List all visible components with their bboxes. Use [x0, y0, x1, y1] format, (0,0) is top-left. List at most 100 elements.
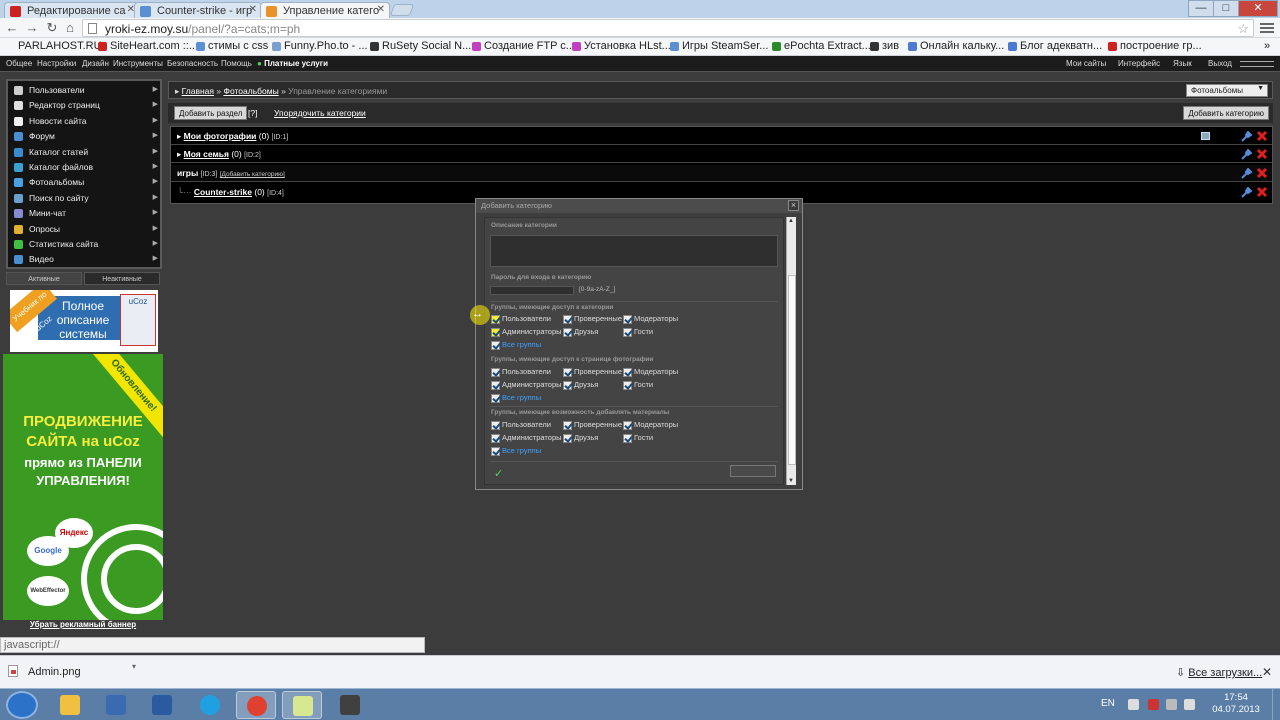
volume-icon[interactable] [1184, 699, 1195, 710]
menu-icon[interactable] [1260, 21, 1274, 35]
scroll-up-icon[interactable]: ▲ [788, 218, 794, 224]
sidebar-item[interactable]: Видео ▶ [12, 253, 160, 267]
bookmark-item[interactable]: построение гр... [1108, 40, 1202, 52]
close-icon[interactable]: × [788, 200, 799, 211]
group-checkbox[interactable]: Друзья [563, 380, 598, 390]
promo-banner[interactable]: Обновление! ПРОДВИЖЕНИЕ САЙТА на uCoz пр… [3, 354, 163, 620]
taskbar-app-button[interactable] [190, 691, 230, 719]
forward-arrow-icon[interactable]: → [24, 20, 40, 36]
category-name-link[interactable]: Мои фотографии [184, 131, 257, 141]
my-sites-link[interactable]: Мои сайты [1066, 59, 1106, 68]
group-checkbox[interactable]: Пользователи [491, 314, 551, 324]
group-checkbox[interactable]: Модераторы [623, 420, 678, 430]
close-window-button[interactable]: ✕ [1238, 0, 1278, 17]
taskbar-app-button[interactable] [50, 691, 90, 719]
tab-inactive-modules[interactable]: Неактивные [84, 272, 160, 285]
group-checkbox[interactable]: Модераторы [623, 367, 678, 377]
delete-icon[interactable] [1256, 167, 1268, 179]
bookmark-item[interactable]: зив [870, 40, 899, 52]
submit-button[interactable] [730, 465, 776, 477]
password-input[interactable] [490, 286, 574, 295]
sidebar-item[interactable]: Пользователи ▶ [12, 84, 160, 98]
category-name-link[interactable]: Counter-strike [194, 187, 252, 197]
group-checkbox[interactable]: Друзья [563, 433, 598, 443]
tab-active-modules[interactable]: Активные [6, 272, 82, 285]
sidebar-item[interactable]: Новости сайта ▶ [12, 115, 160, 129]
sidebar-item[interactable]: Статистика сайта ▶ [12, 238, 160, 252]
bookmark-item[interactable]: RuSety Social N... [370, 40, 471, 52]
group-checkbox[interactable]: Друзья [563, 327, 598, 337]
sidebar-item[interactable]: Мини-чат ▶ [12, 207, 160, 221]
scroll-down-icon[interactable]: ▼ [788, 478, 794, 484]
group-checkbox[interactable]: Администраторы [491, 380, 562, 390]
group-checkbox[interactable]: Модераторы [623, 314, 678, 324]
dialog-scrollbar[interactable]: ▲ ▼ [786, 217, 796, 485]
tab-1[interactable]: Редактирование са ✕ [4, 2, 140, 18]
reload-icon[interactable]: ↻ [44, 20, 60, 36]
group-checkbox[interactable]: Администраторы [491, 433, 562, 443]
edit-wrench-icon[interactable] [1241, 131, 1252, 142]
taskbar-app-button[interactable] [282, 691, 322, 719]
menu-help[interactable]: Помощь [221, 59, 252, 68]
download-item[interactable]: Admin.png ▾ [4, 659, 138, 685]
interface-link[interactable]: Интерфейс [1118, 59, 1160, 68]
edit-wrench-icon[interactable] [1241, 187, 1252, 198]
taskbar-app-button[interactable] [96, 691, 136, 719]
menu-security[interactable]: Безопасность [167, 59, 218, 68]
bookmark-item[interactable]: стимы с css [196, 40, 268, 52]
close-icon[interactable]: ✕ [249, 4, 257, 15]
module-select[interactable]: Фотоальбомы ▼ [1186, 84, 1268, 97]
menu-design[interactable]: Дизайн [82, 59, 109, 68]
bookmark-item[interactable]: Установка HLst... [572, 40, 671, 52]
group-checkbox[interactable]: Гости [623, 327, 653, 337]
edit-wrench-icon[interactable] [1241, 149, 1252, 160]
delete-icon[interactable] [1256, 130, 1268, 142]
home-icon[interactable]: ⌂ [62, 20, 78, 36]
delete-icon[interactable] [1256, 186, 1268, 198]
start-button[interactable] [6, 691, 38, 719]
group-checkbox[interactable]: Проверенные [563, 420, 622, 430]
minimize-button[interactable]: — [1188, 0, 1214, 17]
group-checkbox[interactable]: Проверенные [563, 367, 622, 377]
network-icon[interactable] [1166, 699, 1177, 710]
more-bookmarks-icon[interactable]: » [1264, 40, 1270, 52]
sidebar-item[interactable]: Каталог файлов ▶ [12, 161, 160, 175]
taskbar-app-button[interactable] [330, 691, 370, 719]
breadcrumb-home[interactable]: Главная [182, 86, 214, 96]
close-icon[interactable]: ✕ [377, 4, 385, 15]
bookmark-item[interactable]: ePochta Extract... [772, 40, 871, 52]
delete-icon[interactable] [1256, 148, 1268, 160]
bookmark-item[interactable]: Онлайн кальку... [908, 40, 1004, 52]
sidebar-item[interactable]: Опросы ▶ [12, 223, 160, 237]
sidebar-item[interactable]: Форум ▶ [12, 130, 160, 144]
add-category-button[interactable]: Добавить категорию [1183, 106, 1269, 120]
back-arrow-icon[interactable]: ← [4, 20, 20, 36]
paid-services-link[interactable]: ● Платные услуги [257, 59, 328, 68]
scrollbar-thumb[interactable] [788, 275, 796, 465]
all-groups-checkbox[interactable]: Все группы [491, 393, 541, 403]
group-checkbox[interactable]: Проверенные [563, 314, 622, 324]
tray-arrow-icon[interactable] [1128, 699, 1139, 710]
flag-icon[interactable] [1148, 699, 1159, 710]
breadcrumb-albums[interactable]: Фотоальбомы [223, 86, 278, 96]
group-checkbox[interactable]: Гости [623, 433, 653, 443]
menu-tools[interactable]: Инструменты [113, 59, 163, 68]
bookmark-item[interactable]: Игры SteamSer... [670, 40, 768, 52]
group-checkbox[interactable]: Пользователи [491, 420, 551, 430]
add-section-button[interactable]: Добавить раздел [174, 106, 248, 120]
close-downloads-button[interactable]: ✕ [1262, 665, 1272, 679]
remove-banner-link[interactable]: Убрать рекламный баннер [3, 620, 163, 629]
group-checkbox[interactable]: Гости [623, 380, 653, 390]
ok-check-icon[interactable]: ✓ [494, 467, 503, 480]
sidebar-item[interactable]: Фотоальбомы ▶ [12, 176, 160, 190]
tutorial-banner[interactable]: Полное описание системы Учебник по uCoz … [10, 290, 158, 352]
sort-categories-link[interactable]: Упорядочить категории [274, 108, 366, 118]
group-checkbox[interactable]: Пользователи [491, 367, 551, 377]
logout-link[interactable]: Выход [1208, 59, 1232, 68]
bookmark-item[interactable]: SiteHeart.com ::... [98, 40, 198, 52]
all-groups-checkbox[interactable]: Все группы [491, 446, 541, 456]
collapse-handle[interactable] [1240, 61, 1274, 67]
description-textarea[interactable] [490, 235, 778, 267]
group-checkbox[interactable]: Администраторы [491, 327, 562, 337]
sidebar-item[interactable]: Каталог статей ▶ [12, 146, 160, 160]
